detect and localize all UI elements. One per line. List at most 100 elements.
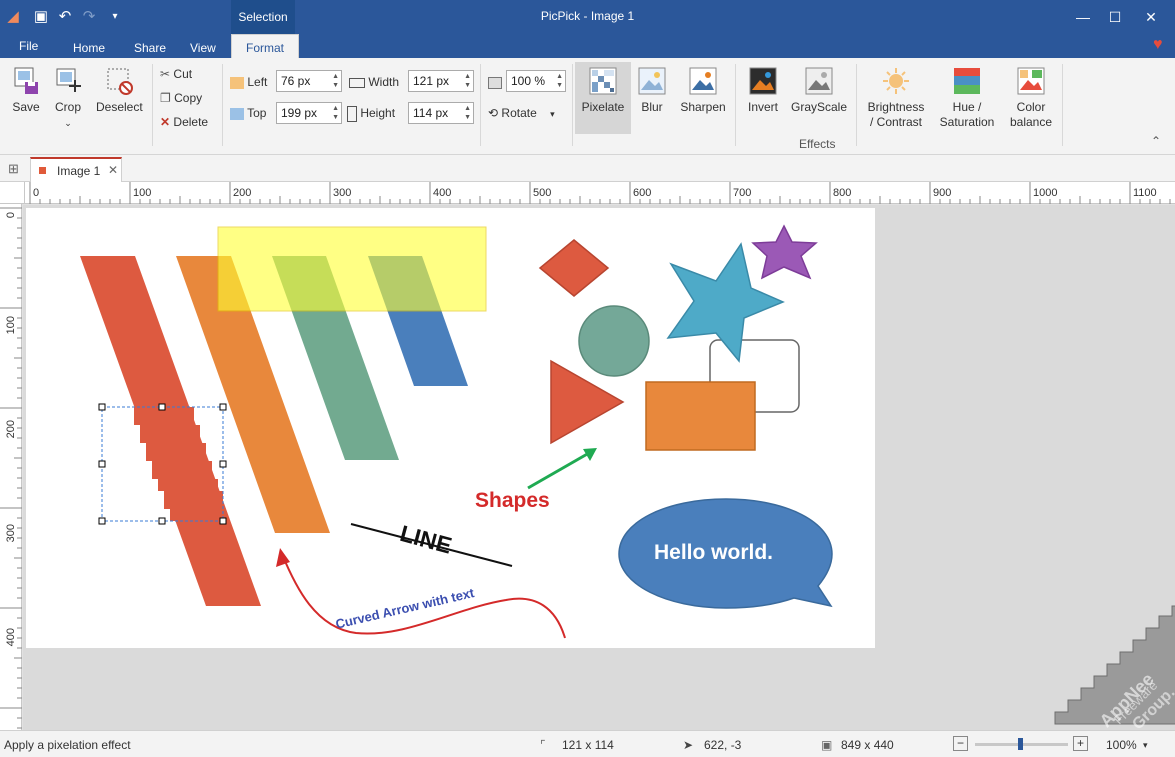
image-size-icon: ▣ — [821, 738, 833, 752]
pixel-block — [140, 431, 200, 437]
ruler-label: 400 — [5, 628, 17, 646]
pixel-block — [158, 479, 218, 485]
status-bar: Apply a pixelation effect ⌜ 121 x 114 ➤ … — [0, 730, 1175, 757]
cut-label: Cut — [173, 67, 193, 81]
rotate-label: Rotate — [501, 106, 537, 120]
cut-button[interactable]: ✂ Cut — [160, 67, 192, 81]
brightness-label: Brightness / Contrast — [867, 100, 925, 129]
dropdown-icon: ▾ — [550, 109, 555, 119]
width-icon — [349, 77, 365, 88]
ribbon: Save Crop ⌄ Deselect ✂ Cut ❐ Copy ✕ Delet… — [0, 58, 1175, 155]
ruler-label: 900 — [933, 187, 951, 199]
image-size: 849 x 440 — [841, 738, 894, 752]
ruler-label: 0 — [33, 187, 39, 199]
pixel-block — [140, 425, 200, 431]
left-input[interactable]: 76 px ▲ ▼ — [276, 70, 342, 92]
resize-percent-input[interactable]: 100 % ▲ ▼ — [506, 70, 566, 92]
spin-icon: ▲ ▼ — [332, 105, 339, 121]
ruler-label: 500 — [533, 187, 551, 199]
top-arrow-icon — [230, 107, 244, 120]
tab-share[interactable]: Share — [134, 41, 166, 55]
spin-icon: ▲ ▼ — [332, 73, 339, 89]
left-label: Left — [230, 75, 267, 89]
separator — [572, 64, 573, 146]
tab-grid-icon[interactable]: ⊞ — [8, 161, 19, 177]
image-canvas[interactable]: Shapes LINE Hello world. Curved Arrow wi… — [26, 208, 875, 648]
zoom-out-button[interactable]: − — [953, 736, 968, 751]
pixelate-button[interactable]: Pixelate — [575, 62, 631, 134]
zoom-slider[interactable] — [975, 738, 1068, 750]
grayscale-icon — [805, 67, 833, 95]
zoom-dropdown-icon[interactable]: ▾ — [1143, 740, 1148, 751]
collapse-ribbon-icon[interactable]: ⌃ — [1151, 134, 1161, 148]
sharpen-button[interactable]: Sharpen — [678, 66, 728, 115]
window-title: PicPick - Image 1 — [540, 9, 635, 23]
pixel-block — [146, 455, 206, 461]
ruler-label: 0 — [5, 212, 17, 218]
blur-button[interactable]: Blur — [634, 66, 670, 115]
ruler-label: 100 — [133, 187, 151, 199]
hello-world-text: Hello world. — [654, 541, 774, 564]
sharpen-icon — [689, 67, 717, 95]
heart-icon[interactable]: ♥ — [1153, 36, 1163, 54]
copy-icon: ❐ — [160, 91, 171, 105]
deselect-button[interactable]: Deselect — [96, 66, 143, 115]
close-button[interactable]: ✕ — [1128, 0, 1174, 34]
tab-home[interactable]: Home — [73, 41, 105, 55]
height-input[interactable]: 114 px ▲ ▼ — [408, 102, 474, 124]
shapes-text: Shapes — [475, 489, 550, 512]
ruler-label: 400 — [433, 187, 451, 199]
scissors-icon: ✂ — [160, 67, 171, 81]
pixel-block — [134, 419, 194, 425]
diamond-shape — [538, 239, 610, 297]
circle-shape — [578, 305, 650, 377]
grayscale-label: GrayScale — [790, 100, 848, 114]
grayscale-button[interactable]: GrayScale — [790, 66, 848, 115]
blur-icon — [638, 67, 666, 95]
pixel-block — [164, 497, 223, 503]
pixelate-label: Pixelate — [581, 100, 625, 114]
delete-icon: ✕ — [160, 115, 171, 129]
width-input[interactable]: 121 px ▲ ▼ — [408, 70, 474, 92]
invert-label: Invert — [747, 100, 778, 114]
crop-label: Crop ⌄ — [54, 100, 81, 128]
effects-group-label: Effects — [799, 137, 836, 151]
zoom-in-button[interactable]: + — [1073, 736, 1088, 751]
save-button[interactable]: Save — [8, 66, 44, 115]
document-tab[interactable]: Image 1 ✕ — [30, 157, 122, 182]
copy-button[interactable]: ❐ Copy — [160, 91, 202, 105]
cursor-position: 622, -3 — [704, 738, 742, 752]
spin-icon: ▲ ▼ — [464, 73, 471, 89]
rotate-button[interactable]: ⟲ Rotate ▾ — [488, 106, 555, 120]
hue-saturation-button[interactable]: Hue / Saturation — [936, 66, 998, 130]
crop-button[interactable]: Crop ⌄ — [50, 66, 86, 131]
tab-format[interactable]: Format — [231, 34, 300, 58]
pixel-block — [152, 473, 212, 479]
width-label: Width — [349, 75, 399, 89]
canvas-drawing — [80, 224, 833, 639]
crop-icon — [56, 68, 81, 92]
zoom-slider-thumb[interactable] — [1018, 738, 1023, 750]
spin-icon: ▲ ▼ — [556, 73, 563, 89]
close-tab-icon[interactable]: ✕ — [108, 163, 118, 177]
delete-button[interactable]: ✕ Delete — [160, 115, 208, 129]
color-balance-button[interactable]: Color balance — [1006, 66, 1056, 130]
horizontal-ruler-ticks: 0 100 200 300 400 500 600 700 800 900 1000 1100 — [29, 182, 1171, 204]
ruler-label: 600 — [633, 187, 651, 199]
pixel-block — [146, 449, 206, 455]
tab-view[interactable]: View — [190, 41, 216, 55]
pixel-block — [170, 515, 223, 521]
tab-file[interactable]: File — [19, 39, 38, 53]
pixelated-region — [134, 407, 223, 521]
hue-label: Hue / Saturation — [939, 100, 995, 129]
top-input[interactable]: 199 px ▲ ▼ — [276, 102, 342, 124]
brightness-contrast-button[interactable]: Brightness / Contrast — [864, 66, 928, 130]
title-bar: ◢ ▣ ↶ ↷ ▾ Selection PicPick - Image 1 — … — [0, 0, 1175, 34]
zoom-level[interactable]: 100% — [1106, 738, 1137, 752]
deselect-label: Deselect — [96, 100, 143, 114]
workspace: Shapes LINE Hello world. Curved Arrow wi… — [23, 205, 1175, 733]
delete-label: Delete — [173, 115, 209, 129]
save-label: Save — [12, 100, 40, 114]
pixelate-icon — [589, 67, 617, 95]
invert-button[interactable]: Invert — [744, 66, 782, 115]
